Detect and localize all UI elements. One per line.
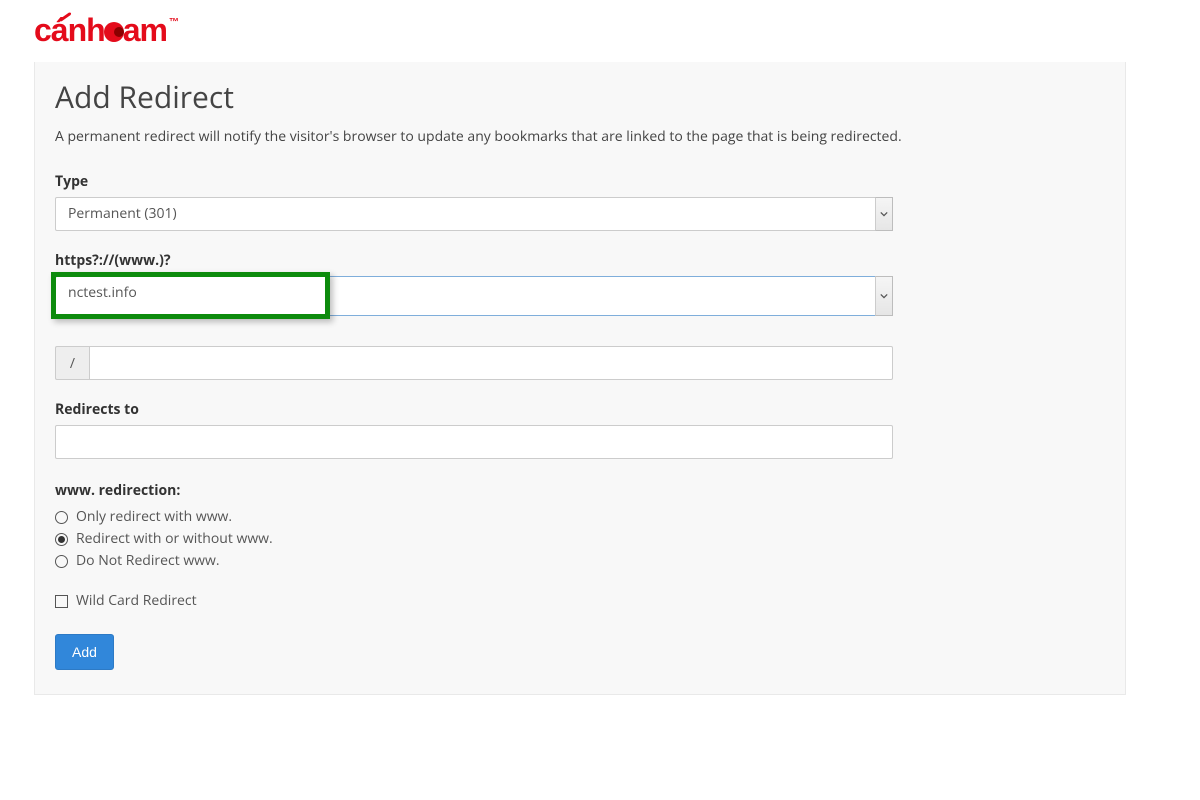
radio-icon	[55, 555, 68, 568]
checkbox-icon	[55, 595, 68, 608]
add-button[interactable]: Add	[55, 634, 114, 670]
path-input[interactable]	[89, 346, 893, 380]
domain-select[interactable]: nctest.info	[55, 276, 893, 316]
path-input-group: /	[55, 346, 893, 380]
www-option-only-with[interactable]: Only redirect with www.	[55, 506, 1105, 528]
type-select-value: Permanent (301)	[55, 197, 893, 231]
path-prefix: /	[55, 346, 89, 380]
trademark-icon: ™	[169, 14, 178, 28]
domain-select-value: nctest.info	[68, 283, 137, 302]
redirects-to-label: Redirects to	[55, 400, 1105, 419]
wildcard-checkbox[interactable]: Wild Card Redirect	[55, 590, 1105, 612]
logo-accent-icon	[60, 7, 72, 19]
type-label: Type	[55, 172, 1105, 191]
www-redirection-options: Only redirect with www. Redirect with or…	[55, 506, 1105, 572]
logo-mark-icon	[104, 22, 124, 42]
page-title: Add Redirect	[55, 76, 1105, 117]
logo-text: am	[123, 14, 167, 46]
add-redirect-panel: Add Redirect A permanent redirect will n…	[34, 62, 1126, 695]
radio-icon	[55, 511, 68, 524]
brand-logo: cánham ™	[0, 0, 1200, 62]
option-label: Only redirect with www.	[76, 506, 232, 528]
domain-label: https?://(www.)?	[55, 251, 1105, 270]
radio-icon	[55, 533, 68, 546]
page-subtitle: A permanent redirect will notify the vis…	[55, 127, 1105, 146]
www-redirection-label: www. redirection:	[55, 481, 1105, 500]
www-option-do-not[interactable]: Do Not Redirect www.	[55, 550, 1105, 572]
wildcard-label: Wild Card Redirect	[76, 590, 197, 612]
logo-text: c	[34, 14, 51, 46]
option-label: Redirect with or without www.	[76, 528, 273, 550]
chevron-down-icon	[875, 276, 893, 316]
logo-text: nh	[68, 14, 105, 46]
redirects-to-input[interactable]	[55, 425, 893, 459]
option-label: Do Not Redirect www.	[76, 550, 220, 572]
type-select[interactable]: Permanent (301)	[55, 197, 893, 231]
www-option-with-or-without[interactable]: Redirect with or without www.	[55, 528, 1105, 550]
